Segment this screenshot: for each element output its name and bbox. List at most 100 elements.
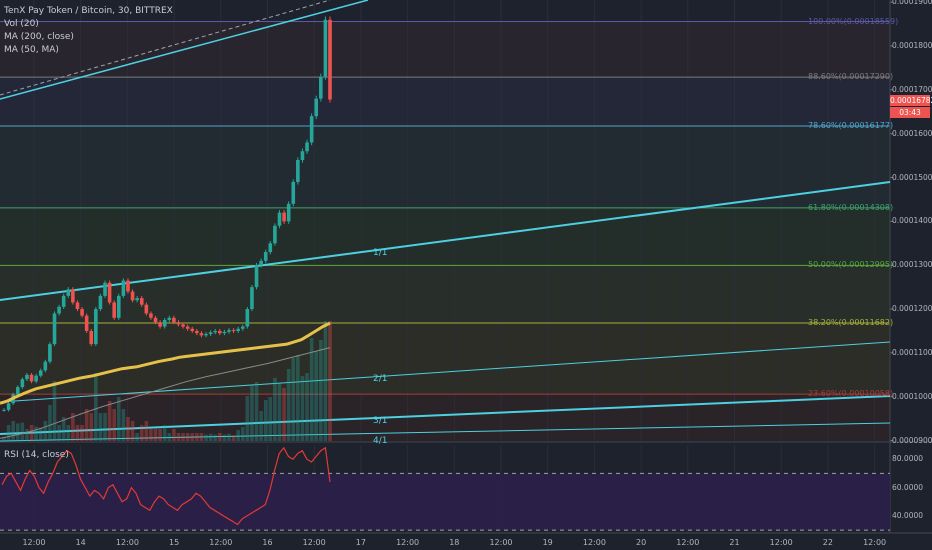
candle-body (167, 317, 172, 321)
candle-body (116, 295, 121, 318)
y-tick-label: 0.00011000 (892, 347, 932, 357)
gann-label: 4/1 (373, 436, 388, 446)
candle-body (121, 280, 126, 296)
candle-body (213, 330, 218, 333)
x-tick-label: 18 (449, 538, 460, 547)
y-tick-label: 0.00019000 (892, 0, 932, 7)
candle-body (199, 333, 204, 336)
x-tick-label: 22 (822, 538, 833, 547)
candle-body (222, 331, 227, 334)
y-tick-label: 0.00015000 (892, 172, 932, 182)
gann-label: 2/1 (373, 374, 388, 384)
candle-body (48, 344, 52, 362)
candle-body (227, 330, 231, 332)
volume-bar (250, 385, 254, 441)
candle-body (15, 387, 20, 395)
x-tick-label: 12:00 (209, 538, 233, 547)
volume-bar (181, 433, 185, 441)
volume-bar (323, 321, 328, 441)
gann-label: 1/1 (373, 248, 388, 258)
candle-body (144, 304, 149, 314)
candle-body (89, 330, 94, 345)
x-tick-label: 17 (355, 538, 366, 547)
candle-body (291, 181, 296, 204)
volume-bar (240, 427, 245, 441)
candle-body (158, 322, 162, 327)
candle-body (208, 332, 213, 335)
candle-body (323, 19, 328, 77)
volume-bar (107, 401, 112, 441)
candle-body (130, 291, 135, 301)
volume-bar (89, 413, 94, 441)
volume-bar (328, 321, 332, 441)
volume-bar (116, 397, 121, 441)
x-tick-label: 21 (729, 538, 740, 547)
volume-bar (80, 425, 84, 441)
volume-bar (139, 425, 144, 441)
countdown-tag: 03:43 (890, 107, 930, 118)
volume-bar (263, 400, 268, 441)
volume-bar (57, 425, 61, 441)
rsi-tick-label: 80.0000 (892, 454, 924, 464)
fib-band (0, 77, 890, 126)
fib-label: 100.00%(0.00018559) (808, 16, 899, 26)
candle-body (314, 98, 319, 117)
price-chart[interactable] (0, 0, 932, 550)
volume-bar (126, 417, 130, 441)
fib-label: 88.60%(0.00017290) (808, 72, 894, 82)
x-tick-label: 12:00 (863, 538, 887, 547)
volume-bar (300, 376, 305, 441)
candle-body (309, 116, 314, 143)
volume-bar (204, 434, 208, 441)
candle-body (52, 313, 57, 345)
candle-body (80, 309, 84, 316)
last-price-tag: 0.00016782 (890, 95, 932, 106)
volume-bar (84, 409, 89, 441)
volume-bar (172, 429, 176, 441)
rsi-title: RSI (14, close) (4, 450, 69, 460)
candle-body (286, 203, 291, 222)
volume-bar (75, 425, 80, 441)
volume-bar (112, 409, 116, 441)
volume-bar (153, 429, 158, 441)
volume-bar (268, 397, 273, 441)
volume-bar (38, 427, 43, 441)
volume-bar (208, 433, 213, 441)
y-tick-label: 0.00009000 (892, 435, 932, 445)
fib-label: 38.20%(0.00011682) (808, 317, 894, 327)
candle-body (328, 19, 332, 100)
candle-body (250, 287, 254, 310)
volume-bar (277, 383, 282, 441)
y-tick-label: 0.00010000 (892, 391, 932, 401)
candle-body (296, 160, 300, 182)
candle-body (268, 243, 273, 253)
chart-legend: TenX Pay Token / Bitcoin, 30, BITTREX Vo… (4, 5, 173, 57)
gann-label: 3/1 (373, 416, 388, 426)
chart-stage[interactable]: { "legend": { "title": "TenX Pay Token /… (0, 0, 932, 550)
volume-bar (29, 425, 34, 441)
volume-bar (245, 396, 250, 441)
candle-body (263, 252, 268, 261)
volume-bar (213, 434, 218, 441)
volume-bar (34, 426, 38, 441)
volume-bar (52, 381, 57, 441)
fib-label: 50.00%(0.00012995) (808, 260, 894, 270)
candle-body (277, 212, 282, 226)
candle-body (240, 326, 245, 329)
x-tick-label: 16 (262, 538, 273, 547)
candle-body (231, 330, 236, 332)
volume-bar (167, 433, 172, 441)
y-tick-label: 0.00014000 (892, 216, 932, 226)
volume-bar (195, 433, 199, 441)
rsi-tick-label: 40.0000 (892, 510, 924, 520)
candle-body (185, 326, 190, 329)
candle-body (254, 265, 259, 288)
candle-body (135, 298, 139, 301)
volume-bar (98, 413, 103, 441)
volume-bar (199, 433, 204, 441)
candle-body (236, 328, 240, 331)
x-tick-label: 12:00 (769, 538, 793, 547)
volume-bar (48, 405, 52, 441)
candle-body (259, 260, 263, 266)
candle-body (25, 374, 29, 380)
